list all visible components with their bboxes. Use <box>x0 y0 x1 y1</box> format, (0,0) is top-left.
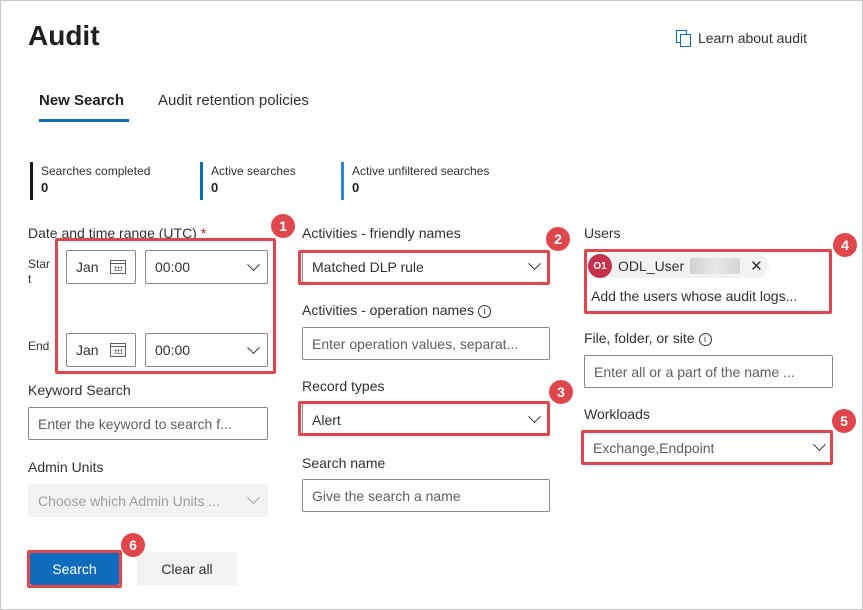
date-range-label-text: Date and time range (UTC) <box>28 225 197 241</box>
file-folder-placeholder: Enter all or a part of the name ... <box>594 363 795 380</box>
start-date-value: Jan <box>76 259 99 275</box>
learn-link-label: Learn about audit <box>698 30 807 46</box>
close-icon[interactable]: ✕ <box>750 257 763 275</box>
end-date-value: Jan <box>76 342 99 358</box>
activities-operation-input[interactable]: Enter operation values, separat... <box>302 327 550 360</box>
active-tab-indicator <box>39 119 129 122</box>
stat-label: Active searches <box>211 164 296 178</box>
users-placeholder: Add the users whose audit logs... <box>591 288 798 304</box>
stat-searches-completed: Searches completed 0 <box>30 162 150 200</box>
avatar: O1 <box>588 254 612 278</box>
chevron-down-icon <box>813 438 826 452</box>
redacted-text <box>690 258 741 274</box>
stat-active-unfiltered-searches: Active unfiltered searches 0 <box>341 162 489 200</box>
record-types-dropdown[interactable]: Alert <box>302 403 549 436</box>
activities-operation-label-text: Activities - operation names <box>302 302 474 318</box>
stat-active-searches: Active searches 0 <box>200 162 296 200</box>
keyword-search-input[interactable]: Enter the keyword to search f... <box>28 407 268 440</box>
activities-operation-placeholder: Enter operation values, separat... <box>312 335 519 352</box>
end-time-value: 00:00 <box>155 342 191 358</box>
admin-units-label: Admin Units <box>28 459 104 475</box>
stat-value: 0 <box>352 180 360 195</box>
calendar-icon <box>110 343 126 357</box>
date-range-label: Date and time range (UTC) * <box>28 225 206 241</box>
callout-badge: 3 <box>549 380 573 404</box>
copy-icon <box>676 30 691 47</box>
start-label: Start <box>28 257 51 286</box>
file-folder-label: File, folder, or site i <box>584 330 712 346</box>
callout-badge: 6 <box>121 533 145 557</box>
end-time-dropdown[interactable]: 00:00 <box>145 333 268 367</box>
callout-badge: 2 <box>546 227 570 251</box>
user-chip[interactable]: O1 ODL_User ✕ <box>588 254 769 278</box>
info-icon[interactable]: i <box>477 304 491 318</box>
clear-all-button[interactable]: Clear all <box>137 552 237 585</box>
chevron-down-icon <box>247 257 260 271</box>
admin-units-placeholder: Choose which Admin Units ... <box>38 492 221 509</box>
workloads-dropdown[interactable]: Exchange,Endpoint <box>584 432 833 464</box>
activities-friendly-dropdown[interactable]: Matched DLP rule <box>302 250 549 283</box>
start-time-value: 00:00 <box>155 259 191 275</box>
stat-value: 0 <box>41 180 49 195</box>
tab-new-search[interactable]: New Search <box>39 92 124 109</box>
chevron-down-icon <box>247 340 260 354</box>
users-label: Users <box>584 225 621 241</box>
chevron-down-icon <box>528 410 541 424</box>
stat-value: 0 <box>211 180 219 195</box>
admin-units-dropdown: Choose which Admin Units ... <box>28 484 268 517</box>
record-types-value: Alert <box>312 411 341 428</box>
chevron-down-icon <box>528 257 541 271</box>
file-folder-input[interactable]: Enter all or a part of the name ... <box>584 355 833 388</box>
learn-about-audit-link[interactable]: Learn about audit <box>676 30 807 47</box>
callout-badge: 4 <box>833 233 857 257</box>
activities-operation-label: Activities - operation names i <box>302 302 491 318</box>
start-time-dropdown[interactable]: 00:00 <box>145 250 268 284</box>
user-chip-name: ODL_User <box>618 258 685 274</box>
callout-badge: 5 <box>832 409 856 433</box>
end-date-picker[interactable]: Jan <box>66 333 136 367</box>
workloads-value: Exchange,Endpoint <box>593 439 715 456</box>
calendar-icon <box>110 260 126 274</box>
search-name-placeholder: Give the search a name <box>312 487 461 504</box>
search-button[interactable]: Search <box>30 552 119 585</box>
required-mark: * <box>200 225 207 241</box>
file-folder-label-text: File, folder, or site <box>584 330 695 346</box>
end-label: End <box>28 339 50 353</box>
info-icon[interactable]: i <box>698 332 712 346</box>
workloads-label: Workloads <box>584 406 650 422</box>
record-types-label: Record types <box>302 378 385 394</box>
keyword-search-label: Keyword Search <box>28 382 131 398</box>
page-title: Audit <box>28 20 100 51</box>
activities-friendly-label: Activities - friendly names <box>302 225 461 241</box>
stat-label: Active unfiltered searches <box>352 164 490 178</box>
callout-badge: 1 <box>271 214 295 238</box>
search-name-label: Search name <box>302 455 386 471</box>
tab-audit-retention-policies[interactable]: Audit retention policies <box>158 92 309 109</box>
chevron-down-icon <box>247 491 260 505</box>
keyword-placeholder: Enter the keyword to search f... <box>38 415 232 432</box>
start-date-picker[interactable]: Jan <box>66 250 136 284</box>
search-name-input[interactable]: Give the search a name <box>302 479 550 512</box>
users-input[interactable]: Add the users whose audit logs... <box>591 288 797 304</box>
stat-label: Searches completed <box>41 164 151 178</box>
activities-friendly-value: Matched DLP rule <box>312 258 424 275</box>
